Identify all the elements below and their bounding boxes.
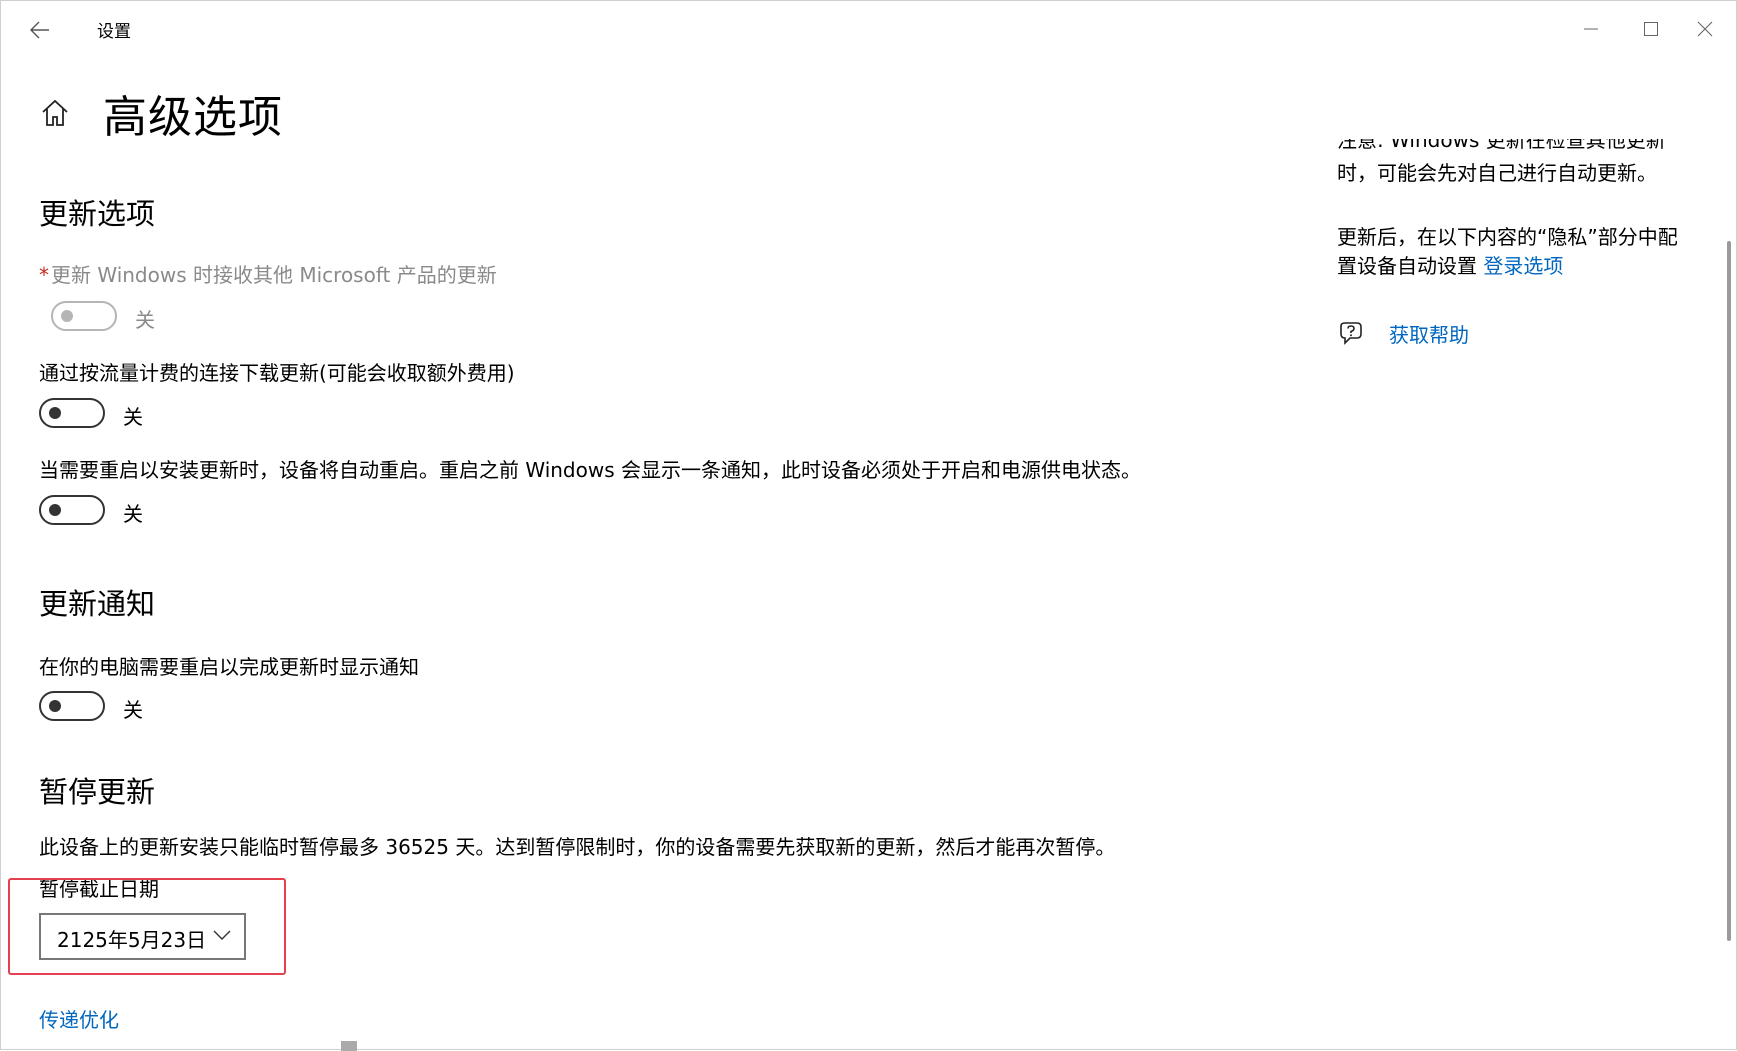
other-products-toggle[interactable] (51, 301, 117, 331)
privacy-note: 更新后，在以下内容的“隐私”部分中配置设备自动设置 登录选项 (1337, 223, 1697, 281)
auto-restart-label: 当需要重启以安装更新时，设备将自动重启。重启之前 Windows 会显示一条通知… (39, 458, 1141, 482)
home-button[interactable] (39, 97, 71, 129)
restart-notify-toggle-state: 关 (123, 698, 143, 722)
sign-in-options-link[interactable]: 登录选项 (1483, 254, 1563, 278)
section-heading-pause: 暂停更新 (39, 775, 156, 809)
minimize-icon (1584, 28, 1598, 30)
metered-label: 通过按流量计费的连接下载更新(可能会收取额外费用) (39, 361, 515, 385)
restart-notify-toggle[interactable] (39, 691, 105, 721)
arrow-left-icon (30, 21, 49, 39)
required-mark: * (39, 263, 49, 287)
close-button[interactable] (1682, 9, 1728, 49)
title-bar: 设置 (1, 1, 1736, 59)
section-heading-update-notify: 更新通知 (39, 587, 156, 621)
section-heading-update-options: 更新选项 (39, 197, 156, 231)
scrolled-clipped-text: 一 (61, 135, 241, 145)
window-title: 设置 (97, 22, 131, 42)
metered-toggle-state: 关 (123, 405, 143, 429)
chat-help-icon (1340, 321, 1362, 345)
maximize-button[interactable] (1628, 9, 1674, 49)
metered-toggle[interactable] (39, 398, 105, 428)
auto-restart-toggle[interactable] (39, 495, 105, 525)
toggle-knob (49, 504, 61, 516)
pause-description: 此设备上的更新安装只能临时暂停最多 36525 天。达到暂停限制时，你的设备需要… (39, 835, 1116, 859)
get-help-link[interactable]: 获取帮助 (1389, 319, 1469, 348)
settings-window: 设置 高级选项 一 更新选项 *更新 Windows 时接收其他 Microso… (0, 0, 1737, 1051)
close-icon (1697, 21, 1713, 37)
delivery-optimization-link[interactable]: 传递优化 (39, 1004, 119, 1033)
home-icon (42, 99, 68, 126)
other-products-toggle-state: 关 (135, 308, 155, 332)
highlight-annotation (8, 878, 286, 975)
back-button[interactable] (23, 13, 57, 47)
auto-restart-toggle-state: 关 (123, 502, 143, 526)
minimize-button[interactable] (1568, 9, 1614, 49)
right-clipped-note: 注意: Windows 更新在检查其他更新 (1337, 139, 1666, 152)
restart-notify-label: 在你的电脑需要重启以完成更新时显示通知 (39, 655, 419, 679)
toggle-knob (49, 407, 61, 419)
toggle-knob (61, 310, 73, 322)
maximize-icon (1644, 22, 1658, 36)
get-help-row[interactable]: 获取帮助 (1337, 319, 1469, 348)
other-products-text: 更新 Windows 时接收其他 Microsoft 产品的更新 (51, 263, 497, 287)
other-products-label: * 更新 Windows 时接收其他 Microsoft 产品的更新 (39, 259, 497, 288)
toggle-knob (49, 700, 61, 712)
vertical-scrollbar[interactable] (1727, 241, 1731, 941)
right-note-tail: 时，可能会先对自己进行自动更新。 (1337, 161, 1657, 185)
